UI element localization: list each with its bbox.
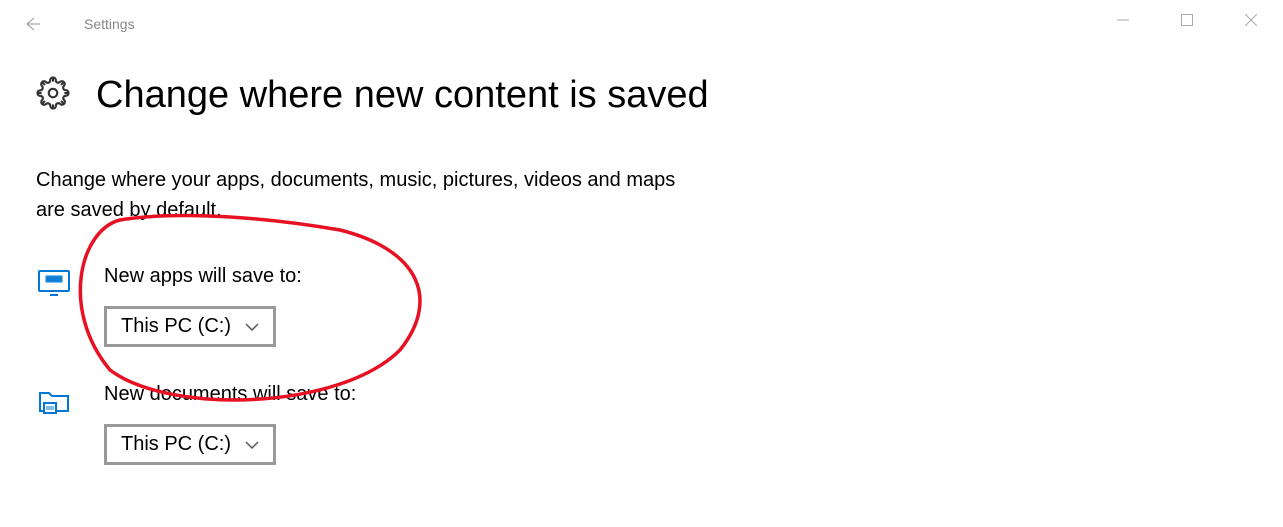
monitor-icon (36, 265, 72, 301)
documents-dropdown-value: This PC (C:) (121, 433, 231, 456)
setting-row-apps: New apps will save to: This PC (C:) (36, 265, 1247, 347)
setting-body-apps: New apps will save to: This PC (C:) (104, 265, 302, 347)
documents-dropdown[interactable]: This PC (C:) (104, 424, 276, 465)
folder-icon (36, 383, 72, 419)
setting-row-documents: New documents will save to: This PC (C:) (36, 383, 1247, 465)
apps-dropdown[interactable]: This PC (C:) (104, 306, 276, 347)
title-bar: Settings (0, 0, 1283, 48)
app-title: Settings (84, 16, 135, 32)
maximize-button[interactable] (1155, 0, 1219, 40)
setting-body-documents: New documents will save to: This PC (C:) (104, 383, 356, 465)
content-area: Change where new content is saved Change… (0, 48, 1283, 527)
page-header: Change where new content is saved (36, 74, 1247, 117)
chevron-down-icon (245, 433, 259, 456)
maximize-icon (1181, 14, 1193, 26)
apps-dropdown-value: This PC (C:) (121, 315, 231, 338)
page-title: Change where new content is saved (96, 74, 709, 117)
documents-label: New documents will save to: (104, 383, 356, 406)
page-description: Change where your apps, documents, music… (36, 165, 686, 225)
gear-icon (36, 76, 70, 115)
minimize-icon (1117, 14, 1129, 26)
back-arrow-icon (22, 14, 42, 34)
apps-label: New apps will save to: (104, 265, 302, 288)
close-icon (1245, 14, 1257, 26)
chevron-down-icon (245, 315, 259, 338)
minimize-button[interactable] (1091, 0, 1155, 40)
window-controls (1091, 0, 1283, 40)
back-button[interactable] (8, 0, 56, 48)
close-button[interactable] (1219, 0, 1283, 40)
